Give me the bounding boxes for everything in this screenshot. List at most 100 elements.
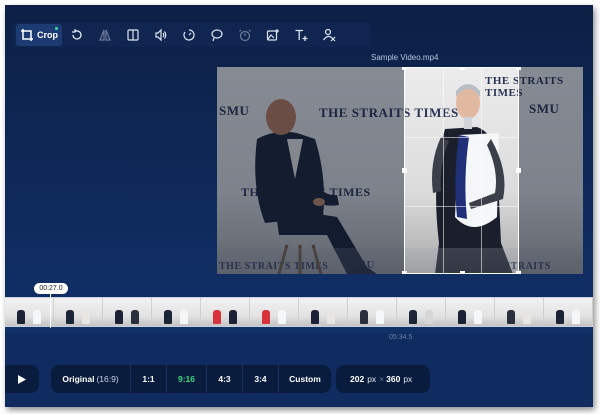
frame-figure (115, 310, 123, 324)
aspect-icon (127, 29, 139, 41)
timeline-filmstrip[interactable] (5, 297, 593, 327)
frame-figure (262, 310, 270, 324)
speed-button[interactable] (176, 24, 202, 46)
add-text-button[interactable] (288, 24, 314, 46)
timeline-midpoint-time: 05:34.5 (389, 334, 413, 341)
size-separator: × (379, 374, 385, 384)
frame-figure (360, 310, 368, 324)
ratio-3-4-button[interactable]: 3:4 (243, 365, 279, 393)
volume-button[interactable] (148, 24, 174, 46)
ratio-9-16-button[interactable]: 9:16 (167, 365, 207, 393)
crop-dim-right (519, 67, 583, 274)
crop-size-inputs: 202 px × 360 px (336, 365, 430, 393)
frame-figure (327, 310, 335, 324)
crop-grid-line (405, 206, 518, 207)
crop-width-unit: px (367, 374, 377, 384)
filmstrip-frame (54, 298, 103, 326)
crop-handle-bottom-left[interactable] (402, 271, 407, 274)
frame-figure (278, 310, 286, 324)
ratio-custom-button[interactable]: Custom (279, 365, 331, 393)
crop-handle-left[interactable] (402, 168, 407, 173)
video-preview[interactable]: THE STRAITS TIMES SMU THE STRAITS TIMES … (217, 67, 583, 274)
crop-height-unit: px (403, 374, 413, 384)
frame-figure (33, 310, 41, 324)
frame-figure (474, 310, 482, 324)
crop-height-input[interactable]: 360 (386, 374, 400, 384)
crop-handle-bottom[interactable] (460, 271, 465, 274)
active-indicator-dot (55, 27, 58, 30)
frame-figure (409, 310, 417, 324)
filmstrip-frame (201, 298, 250, 326)
frame-figure (425, 310, 433, 324)
aspect-ratio-selector: Original (16:9) 1:1 9:16 4:3 3:4 Custom (51, 365, 331, 393)
add-image-button[interactable] (260, 24, 286, 46)
remove-watermark-icon (323, 28, 336, 42)
add-text-icon (295, 29, 308, 41)
frame-figure (523, 310, 531, 324)
filmstrip-frame (152, 298, 201, 326)
filmstrip-frame (348, 298, 397, 326)
video-editor-window: Crop Sample Video.mp4 THE STRAITS TIMES … (5, 5, 593, 407)
timeline-playhead[interactable] (50, 294, 51, 328)
ratio-original-label: Original (62, 374, 95, 384)
frame-figure (458, 310, 466, 324)
crop-handle-right[interactable] (516, 168, 521, 173)
play-icon (18, 374, 26, 384)
frame-figure (311, 310, 319, 324)
add-image-icon (266, 29, 279, 41)
crop-tool-button[interactable]: Crop (16, 24, 62, 46)
crop-grid-line (443, 68, 444, 273)
loop-button[interactable] (204, 24, 230, 46)
crop-handle-top-left[interactable] (402, 67, 407, 70)
crop-icon (21, 29, 33, 41)
frame-figure (164, 310, 172, 324)
timer-icon (239, 29, 251, 42)
rotate-button[interactable] (64, 24, 90, 46)
frame-figure (82, 310, 90, 324)
filmstrip-frame (103, 298, 152, 326)
filmstrip-frame (446, 298, 495, 326)
crop-width-input[interactable]: 202 (350, 374, 364, 384)
frame-figure (213, 310, 221, 324)
filmstrip-frame (397, 298, 446, 326)
frame-figure (17, 310, 25, 324)
crop-handle-top[interactable] (460, 67, 465, 70)
filmstrip-frame (544, 298, 593, 326)
crop-handle-top-right[interactable] (516, 67, 521, 70)
play-button[interactable] (5, 365, 39, 393)
video-filename: Sample Video.mp4 (371, 53, 439, 62)
ratio-original-sub: (16:9) (96, 374, 119, 384)
remove-watermark-button[interactable] (316, 24, 342, 46)
crop-label: Crop (37, 30, 58, 40)
timer-button[interactable] (232, 24, 258, 46)
frame-figure (66, 310, 74, 324)
playhead-time-badge: 00:27.0 (34, 283, 68, 294)
filmstrip-frame (299, 298, 348, 326)
crop-grid-line (405, 137, 518, 138)
speed-icon (183, 29, 195, 41)
ratio-4-3-button[interactable]: 4:3 (207, 365, 243, 393)
volume-icon (155, 28, 167, 42)
crop-handle-bottom-right[interactable] (516, 271, 521, 274)
frame-figure (507, 310, 515, 324)
frame-figure (131, 310, 139, 324)
aspect-button[interactable] (120, 24, 146, 46)
ratio-1-1-button[interactable]: 1:1 (131, 365, 167, 393)
filmstrip-frame (250, 298, 299, 326)
frame-figure (229, 310, 237, 324)
ratio-original-button[interactable]: Original (16:9) (51, 365, 131, 393)
filmstrip-frame (495, 298, 544, 326)
frame-figure (180, 310, 188, 324)
loop-icon (211, 29, 223, 42)
rotate-icon (72, 29, 82, 40)
crop-dim-left (217, 67, 404, 274)
frame-figure (572, 310, 580, 324)
filmstrip-frame (5, 298, 54, 326)
flip-button[interactable] (92, 24, 118, 46)
crop-frame[interactable] (402, 67, 521, 274)
flip-icon (99, 29, 111, 41)
crop-grid-line (481, 68, 482, 273)
editing-toolbar: Crop (13, 23, 370, 47)
frame-figure (376, 310, 384, 324)
frame-figure (556, 310, 564, 324)
